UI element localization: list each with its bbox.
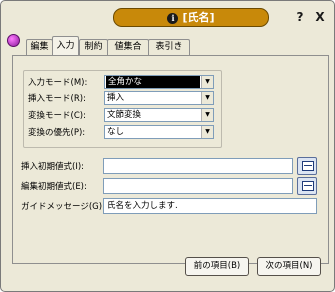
chevron-down-icon[interactable]: ▼ [201,109,213,121]
insert-initial-value [104,161,107,171]
insert-mode-select[interactable]: 挿入 ▼ [104,91,214,105]
edit-initial-field[interactable] [103,178,293,194]
chevron-down-icon[interactable]: ▼ [201,92,213,104]
input-mode-group: 入力モード(M): 全角かな ▼ 挿入モード(R): 挿入 ▼ 変換モード(C)… [23,70,222,148]
insert-initial-field[interactable] [103,158,293,174]
conversion-priority-select[interactable]: なし ▼ [104,125,214,139]
prev-item-button[interactable]: 前の項目(B) [185,257,249,276]
tab-lookup[interactable]: 表引き [148,39,190,55]
input-mode-select[interactable]: 全角かな ▼ [104,75,214,89]
guide-message-field[interactable]: 氏名を入力します. [103,198,317,214]
dialog-window: i [氏名] ? X 編集 入力 制約 値集合 表引き 入力モード(M): 全角か… [0,0,335,292]
tab-constraint[interactable]: 制約 [79,39,108,55]
edit-initial-label: 編集初期値式(E): [21,182,87,192]
insert-initial-label: 挿入初期値式(I): [21,162,85,172]
guide-message-value: 氏名を入力します. [107,201,178,211]
close-button[interactable]: X [313,9,327,25]
title-text: [氏名] [182,11,215,24]
title-pill: i [氏名] [113,8,269,27]
tab-panel-input: 入力モード(M): 全角かな ▼ 挿入モード(R): 挿入 ▼ 変換モード(C)… [12,55,329,264]
app-logo-icon [7,34,20,47]
help-button[interactable]: ? [293,9,307,25]
tab-input[interactable]: 入力 [52,36,79,55]
guide-message-label: ガイドメッセージ(G): [21,202,105,212]
tab-value-set[interactable]: 値集合 [107,39,149,55]
expression-builder-icon [302,181,314,191]
insert-mode-value: 挿入 [107,93,125,103]
conversion-mode-value: 文節変換 [107,110,142,120]
chevron-down-icon[interactable]: ▼ [201,76,213,88]
tab-edit[interactable]: 編集 [26,39,53,55]
chevron-down-icon[interactable]: ▼ [201,126,213,138]
input-mode-value: 全角かな [106,76,200,88]
info-icon: i [167,12,179,24]
expression-builder-button[interactable] [297,157,317,175]
input-mode-label: 入力モード(M): [28,78,88,88]
insert-mode-label: 挿入モード(R): [28,94,86,104]
conversion-priority-value: なし [107,127,125,137]
conversion-mode-select[interactable]: 文節変換 ▼ [104,108,214,122]
title-bar[interactable]: i [氏名] ? X [1,1,334,31]
conversion-mode-label: 変換モード(C): [28,111,86,121]
edit-initial-value [104,181,107,191]
conversion-priority-label: 変換の優先(P): [28,128,86,138]
next-item-button[interactable]: 次の項目(N) [257,257,321,276]
expression-builder-icon [302,161,314,171]
expression-builder-button[interactable] [297,177,317,195]
